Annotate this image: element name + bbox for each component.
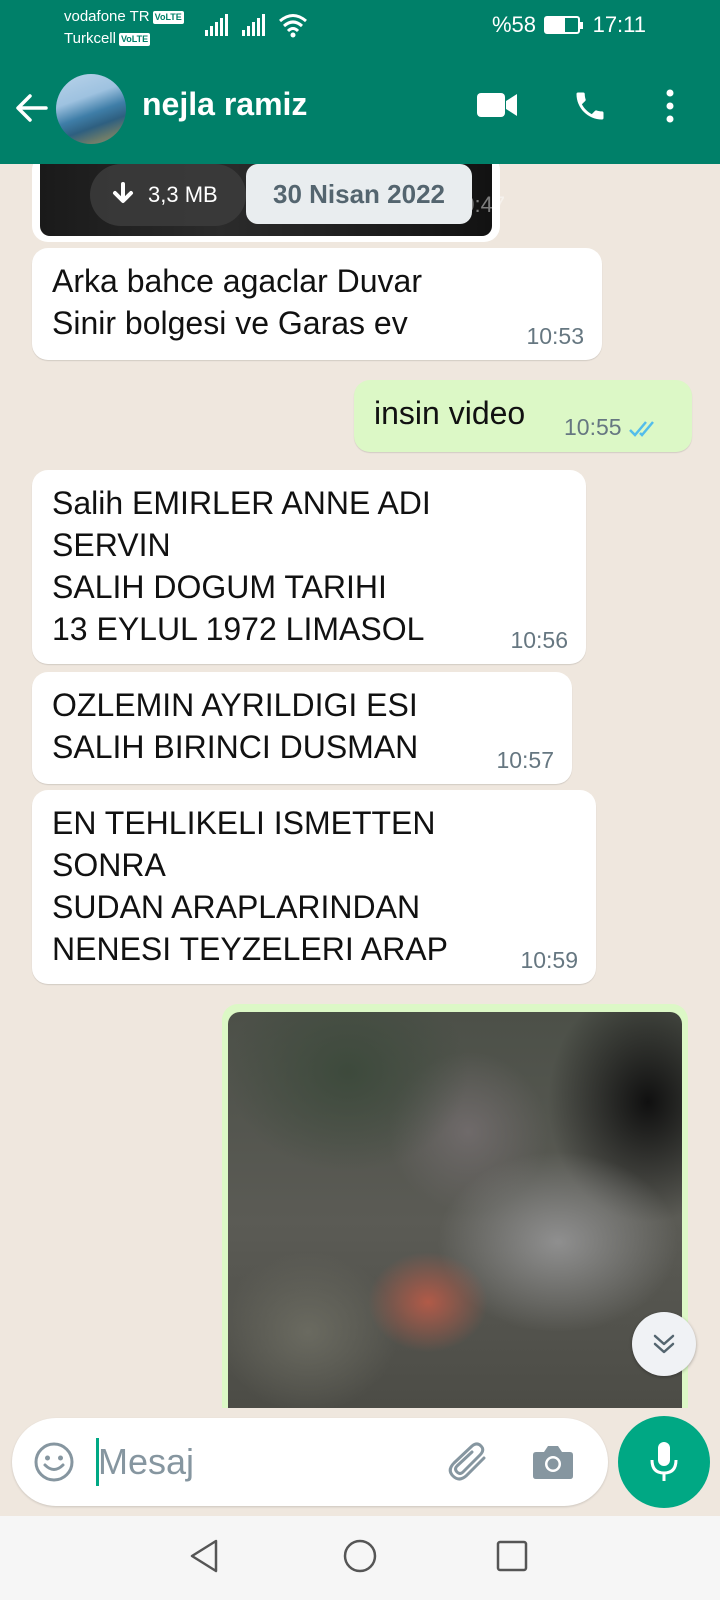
battery-fill [546,18,565,32]
message-bubble-outgoing[interactable]: insin video 10:55 [354,380,692,452]
message-text: OZLEMIN AYRILDIGI ESI SALIH BIRINCI DUSM… [52,687,419,765]
media-size: 3,3 MB [148,182,218,207]
message-bubble-incoming[interactable]: Salih EMIRLER ANNE ADI SERVIN SALIH DOGU… [32,470,586,664]
chat-area[interactable]: 3,3 MB 10:47 30 Nisan 2022 Arka bahce ag… [0,164,720,1408]
emoji-icon[interactable] [32,1440,76,1484]
message-time: 10:57 [496,747,554,773]
message-input[interactable] [98,1432,418,1492]
chat-header: nejla ramiz [0,60,720,164]
message-text: Salih EMIRLER ANNE ADI SERVIN SALIH DOGU… [52,485,431,647]
message-time: 10:53 [526,323,584,349]
download-button[interactable]: 3,3 MB [90,164,246,226]
nav-recents-icon[interactable] [496,1540,528,1572]
message-time: 10:56 [510,627,568,653]
battery-percent: %58 [491,12,536,37]
battery-icon [544,16,583,34]
camera-icon[interactable] [532,1444,574,1480]
system-nav-bar [0,1516,720,1600]
status-clock: 17:11 [592,12,646,37]
message-bubble-incoming[interactable]: Arka bahce agaclar Duvar Sinir bolgesi v… [32,248,602,360]
mic-button[interactable] [618,1416,710,1508]
more-vert-icon[interactable] [664,88,676,124]
contact-name[interactable]: nejla ramiz [142,86,307,123]
message-time: 10:59 [520,947,578,973]
signal-icon [242,14,265,36]
double-chevron-down-icon [653,1334,675,1354]
nav-back-icon[interactable] [188,1538,220,1574]
wifi-icon [279,14,307,38]
message-text: EN TEHLIKELI ISMETTEN SONRA SUDAN ARAPLA… [52,805,448,967]
mic-icon [650,1442,678,1481]
message-text: Arka bahce agaclar Duvar Sinir bolgesi v… [52,263,422,341]
message-time-row: 10:55 [564,414,662,441]
volte-badge: VoLTE [152,10,184,24]
back-arrow-icon[interactable] [14,90,50,126]
signal-icons [205,14,265,36]
message-composer [12,1418,608,1506]
read-ticks-icon [629,421,654,437]
nav-home-icon[interactable] [342,1538,378,1574]
volte-badge: VoLTE [118,32,151,46]
signal-icon [205,14,228,36]
attach-icon[interactable] [446,1442,490,1482]
message-text: insin video [374,395,526,431]
message-bubble-incoming[interactable]: EN TEHLIKELI ISMETTEN SONRA SUDAN ARAPLA… [32,790,596,984]
video-call-icon[interactable] [476,90,518,120]
download-icon [113,182,133,203]
image-message-outgoing[interactable] [222,1004,688,1408]
date-chip: 30 Nisan 2022 [246,164,472,224]
carrier-1: vodafone TR [64,8,150,25]
status-bar: vodafone TR VoLTE Turkcell VoLTE %58 17:… [0,0,720,60]
scroll-to-bottom-button[interactable] [632,1312,696,1376]
carrier-2: Turkcell [64,30,116,47]
phone-icon[interactable] [572,88,608,124]
message-time: 10:55 [564,414,622,440]
contact-avatar[interactable] [56,74,126,144]
message-bubble-incoming[interactable]: OZLEMIN AYRILDIGI ESI SALIH BIRINCI DUSM… [32,672,572,784]
carrier-info: vodafone TR VoLTE Turkcell VoLTE [64,6,184,50]
battery-indicator: %58 [491,12,583,38]
image-preview[interactable] [228,1012,682,1408]
